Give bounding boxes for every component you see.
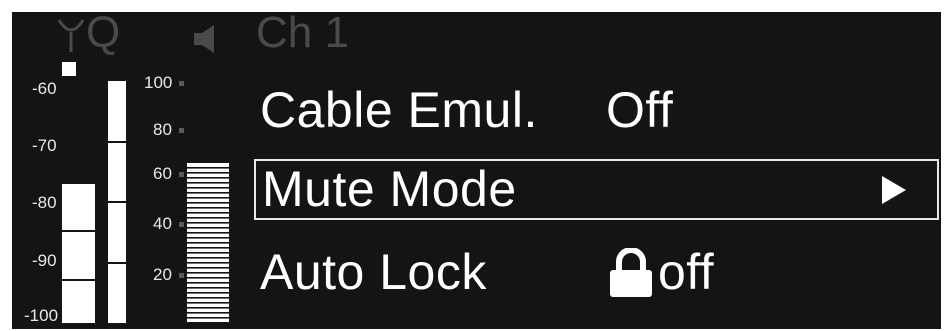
- rf-scale-label: -90: [32, 251, 57, 270]
- gain-meter-stripe: [187, 302, 229, 304]
- gain-meter-stripe: [187, 247, 229, 249]
- gain-scale-label: 20: [153, 265, 172, 284]
- gain-meter-stripe: [187, 197, 229, 199]
- gain-scale-label: 100: [144, 73, 173, 92]
- scale-tick: [179, 81, 184, 86]
- meter-segment-divider: [108, 201, 126, 203]
- scale-tick: [179, 222, 184, 227]
- gain-meter-stripe: [187, 177, 229, 179]
- rf-scale-label: -70: [32, 136, 57, 155]
- gain-meter-stripe: [187, 252, 229, 254]
- gain-meter-stripe: [187, 322, 229, 323]
- gain-meter-stripe: [187, 167, 229, 169]
- meter-segment-divider: [62, 279, 95, 281]
- speaker-icon: [194, 25, 214, 53]
- gain-meter-stripe: [187, 267, 229, 269]
- meter-segment-divider: [108, 141, 126, 143]
- menu-item-mute-mode[interactable]: Mute Mode: [254, 159, 939, 220]
- scale-tick: [179, 172, 184, 177]
- menu-item-value: Off: [606, 82, 674, 138]
- gain-meter-stripe: [187, 277, 229, 279]
- meter-segment-divider: [62, 230, 95, 232]
- gain-meter-stripe: [187, 217, 229, 219]
- rf-scale-label: -80: [32, 193, 57, 212]
- menu-item-value: off: [658, 244, 715, 300]
- antenna-icon: [57, 19, 85, 52]
- gain-level-meter: [187, 163, 229, 323]
- rf-peak-marker: [62, 62, 76, 76]
- channel-label: Ch 1: [256, 12, 349, 57]
- gain-meter-stripe: [187, 187, 229, 189]
- antenna-diversity-label: Q: [86, 12, 121, 57]
- gain-scale-label: 40: [153, 214, 172, 233]
- af-level-meter: [108, 81, 126, 323]
- gain-meter-stripe: [187, 182, 229, 184]
- gain-meter-stripe: [187, 202, 229, 204]
- rf-level-meter: [62, 184, 95, 323]
- gain-meter-stripe: [187, 242, 229, 244]
- rf-scale-label: -100: [24, 306, 59, 325]
- gain-meter-stripe: [187, 172, 229, 174]
- gain-meter-stripe: [187, 312, 229, 314]
- meter-segment-divider: [108, 262, 126, 264]
- gain-meter-stripe: [187, 282, 229, 284]
- gain-meter-stripe: [187, 237, 229, 239]
- gain-meter-stripe: [187, 192, 229, 194]
- gain-meter-stripe: [187, 257, 229, 259]
- gain-meter-stripe: [187, 222, 229, 224]
- gain-scale-label: 60: [153, 164, 172, 183]
- gain-meter-stripe: [187, 317, 229, 319]
- gain-meter-stripe: [187, 232, 229, 234]
- gain-meter-stripe: [187, 207, 229, 209]
- rf-scale-label: -60: [32, 79, 57, 98]
- lcd-display: Q Ch 1 -60 -70 -80 -90 -100 100 80 60 40…: [12, 12, 941, 329]
- menu-item-label: Cable Emul.: [260, 82, 538, 138]
- menu-item-label: Auto Lock: [260, 244, 487, 300]
- scale-tick: [179, 273, 184, 278]
- scale-tick: [179, 128, 184, 133]
- gain-meter-stripe: [187, 292, 229, 294]
- gain-scale-label: 80: [153, 120, 172, 139]
- gain-meter-stripe: [187, 297, 229, 299]
- gain-meter-stripe: [187, 227, 229, 229]
- gain-meter-stripe: [187, 272, 229, 274]
- gain-meter-stripe: [187, 287, 229, 289]
- lock-icon: [610, 248, 652, 297]
- gain-meter-stripe: [187, 262, 229, 264]
- device-display-frame: Q Ch 1 -60 -70 -80 -90 -100 100 80 60 40…: [0, 0, 947, 331]
- submenu-arrow-icon: [882, 176, 906, 204]
- menu-item-label: Mute Mode: [262, 161, 517, 217]
- gain-meter-stripe: [187, 307, 229, 309]
- gain-meter-stripe: [187, 212, 229, 214]
